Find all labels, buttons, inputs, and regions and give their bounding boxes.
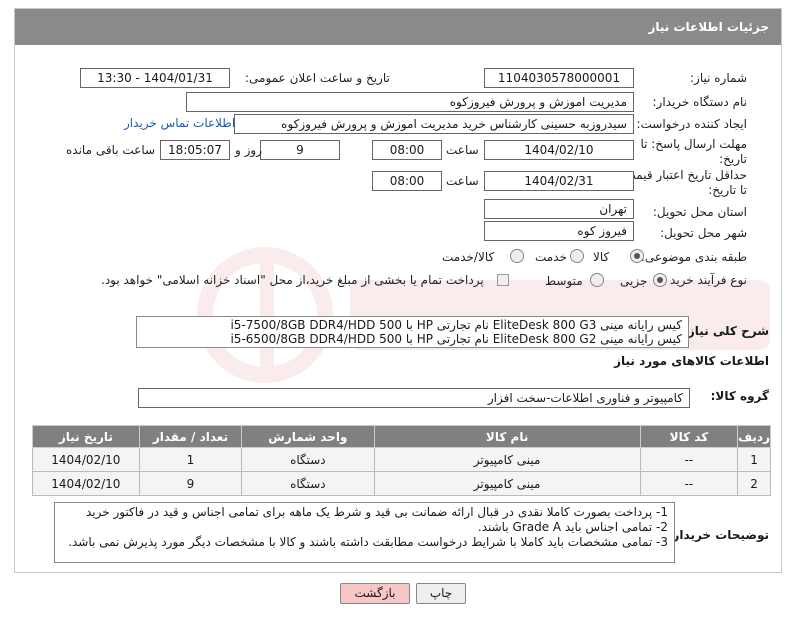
buyer-contact-link[interactable]: اطلاعات تماس خریدار <box>124 116 235 130</box>
back-button[interactable]: بازگشت <box>340 583 410 604</box>
process-medium-radio[interactable] <box>590 273 604 287</box>
cell-row: 2 <box>737 471 771 496</box>
col-code: کد کالا <box>639 425 739 448</box>
cell-name: مینی کامپیوتر <box>373 447 641 472</box>
buyer-notes-textarea[interactable]: 1- پرداخت بصورت کاملا نقدی در قبال ارائه… <box>54 502 675 563</box>
panel-header: جزئیات اطلاعات نیاز <box>15 9 781 45</box>
table-row: 1 -- مینی کامپیوتر دستگاه 1 1404/02/10 <box>32 447 771 472</box>
cell-row: 1 <box>737 447 771 472</box>
process-minor-label: جزیی <box>620 274 648 288</box>
delivery-city-field: فیروز کوه <box>484 221 634 241</box>
cell-date: 1404/02/10 <box>32 447 140 472</box>
category-label: طبقه بندی موضوعی: <box>640 250 747 264</box>
reply-date-field: 1404/02/10 <box>484 140 634 160</box>
buyer-org-field: مدیریت اموزش و پرورش فیروزکوه <box>186 92 634 112</box>
announce-datetime-label: تاریخ و ساعت اعلان عمومی: <box>245 71 390 85</box>
cell-unit: دستگاه <box>241 471 375 496</box>
price-validity-label: حداقل تاریخ اعتبار قیمت: تا تاریخ: <box>620 168 747 197</box>
announce-datetime-field: 1404/01/31 - 13:30 <box>80 68 230 88</box>
print-button[interactable]: چاپ <box>416 583 466 604</box>
cell-date: 1404/02/10 <box>32 471 140 496</box>
delivery-province-field: تهران <box>484 199 634 219</box>
remaining-time-label: ساعت باقی مانده <box>66 143 156 157</box>
cell-unit: دستگاه <box>241 447 375 472</box>
validity-date-field: 1404/02/31 <box>484 171 634 191</box>
summary-textarea[interactable]: کیس رایانه مینی EliteDesk 800 G3 نام تجا… <box>136 316 689 348</box>
goods-group-field: کامپیوتر و فناوری اطلاعات-سخت افزار <box>138 388 690 408</box>
validity-time-field: 08:00 <box>372 171 442 191</box>
days-and-label: روز و <box>235 143 262 157</box>
reply-time-label: ساعت <box>446 143 479 157</box>
need-number-label: شماره نیاز: <box>690 71 747 85</box>
summary-line-2: کیس رایانه مینی EliteDesk 800 G2 نام تجا… <box>230 332 682 346</box>
delivery-province-label: استان محل تحویل: <box>652 205 747 219</box>
buyer-notes-label: توضیحات خریدار: <box>667 528 769 542</box>
col-name: نام کالا <box>373 425 641 448</box>
process-label: نوع فرآیند خرید : <box>662 273 747 287</box>
validity-time-label: ساعت <box>446 174 479 188</box>
buyer-org-label: نام دستگاه خریدار: <box>652 95 748 109</box>
goods-table: ردیف کد کالا نام کالا واحد شمارش تعداد /… <box>32 425 771 496</box>
cell-code: -- <box>639 447 739 472</box>
remaining-time-field: 18:05:07 <box>160 140 230 160</box>
col-qty: تعداد / مقدار <box>138 425 243 448</box>
buyer-note-line-1: 1- پرداخت بصورت کاملا نقدی در قبال ارائه… <box>85 505 668 519</box>
category-service-label: خدمت <box>535 250 567 264</box>
cell-qty: 9 <box>138 471 243 496</box>
category-goods-label: کالا <box>593 250 610 264</box>
goods-group-label: گروه کالا: <box>710 389 769 403</box>
requester-label: ایجاد کننده درخواست: <box>636 117 747 131</box>
goods-section-title: اطلاعات کالاهای مورد نیاز <box>614 354 769 368</box>
page: جزئیات اطلاعات نیاز شماره نیاز: 11040305… <box>0 0 788 620</box>
category-goods-service-label: کالا/خدمت <box>442 250 495 264</box>
cell-code: -- <box>639 471 739 496</box>
requester-field: سیدروزبه حسینی کارشناس خرید مدیریت اموزش… <box>234 114 634 134</box>
need-number-field: 1104030578000001 <box>484 68 634 88</box>
summary-label: شرح کلی نیاز: <box>683 324 769 338</box>
col-unit: واحد شمارش <box>241 425 375 448</box>
category-goods-service-radio[interactable] <box>510 249 524 263</box>
days-field: 9 <box>260 140 340 160</box>
process-medium-label: متوسط <box>545 274 583 288</box>
goods-table-header: ردیف کد کالا نام کالا واحد شمارش تعداد /… <box>32 425 771 448</box>
cell-name: مینی کامپیوتر <box>373 471 641 496</box>
treasury-payment-note: پرداخت تمام یا بخشی از مبلغ خرید،از محل … <box>101 273 484 287</box>
treasury-payment-checkbox[interactable] <box>497 274 509 286</box>
reply-time-field: 08:00 <box>372 140 442 160</box>
cell-qty: 1 <box>138 447 243 472</box>
process-minor-radio[interactable] <box>653 273 667 287</box>
buyer-note-line-3: 3- تمامی مشخصات باید کاملا با شرایط درخو… <box>68 535 668 549</box>
col-date: تاریخ نیاز <box>32 425 140 448</box>
buyer-note-line-2: 2- تمامی اجناس باید Grade A باشند. <box>477 520 668 534</box>
delivery-city-label: شهر محل تحویل: <box>660 226 747 240</box>
reply-deadline-label: مهلت ارسال پاسخ: تا تاریخ: <box>640 137 747 166</box>
category-service-radio[interactable] <box>570 249 584 263</box>
summary-line-1: کیس رایانه مینی EliteDesk 800 G3 نام تجا… <box>230 318 682 332</box>
col-row: ردیف <box>737 425 771 448</box>
category-goods-radio[interactable] <box>630 249 644 263</box>
table-row: 2 -- مینی کامپیوتر دستگاه 9 1404/02/10 <box>32 471 771 496</box>
